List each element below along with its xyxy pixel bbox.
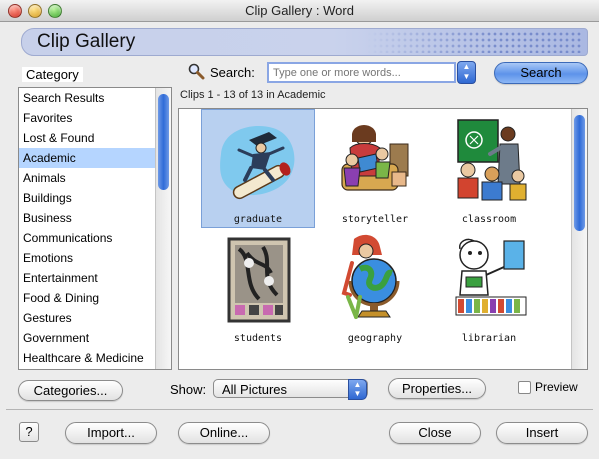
preview-checkbox[interactable] (518, 381, 531, 394)
category-scroll-thumb[interactable] (158, 94, 169, 190)
show-label: Show: (170, 382, 207, 397)
properties-button[interactable]: Properties... (388, 378, 486, 399)
category-item[interactable]: Healthcare & Medicine (19, 348, 171, 368)
clip-scrollbar[interactable] (571, 109, 587, 369)
divider (6, 409, 593, 410)
banner-title: Clip Gallery (37, 31, 136, 52)
librarian-icon (455, 238, 527, 316)
clip-caption: librarian (461, 333, 517, 344)
storyteller-icon (341, 125, 409, 191)
clip-item-librarian[interactable]: librarian (433, 229, 545, 346)
chevron-updown-icon: ▲ ▼ (348, 379, 367, 400)
graduate-icon (220, 125, 295, 200)
search-input[interactable] (267, 62, 456, 83)
clips-count-info: Clips 1 - 13 of 13 in Academic (180, 89, 326, 101)
category-item[interactable]: Favorites (19, 108, 171, 128)
clip-caption: geography (347, 333, 403, 344)
banner: Clip Gallery (21, 28, 588, 56)
clip-caption: storyteller (341, 214, 409, 225)
category-item[interactable]: Search Results (19, 88, 171, 108)
students-icon (227, 237, 291, 323)
clip-item-students[interactable]: students (202, 229, 314, 346)
geography-icon (341, 234, 400, 319)
online-button[interactable]: Online... (178, 422, 270, 444)
clip-caption: students (233, 333, 283, 344)
import-button[interactable]: Import... (65, 422, 157, 444)
clip-item-storyteller[interactable]: storyteller (319, 110, 431, 227)
classroom-icon (457, 119, 527, 201)
category-item[interactable]: Government (19, 328, 171, 348)
clip-caption: graduate (233, 214, 283, 225)
clip-grid[interactable]: graduate storyteller classroom students … (178, 108, 588, 370)
clip-item-graduate[interactable]: graduate (201, 109, 315, 228)
show-select[interactable]: All Pictures ▲ ▼ (213, 379, 368, 400)
categories-button[interactable]: Categories... (18, 380, 123, 401)
clip-caption: classroom (461, 214, 517, 225)
help-button[interactable]: ? (19, 422, 39, 442)
clip-gallery-window: Clip Gallery : Word Clip Gallery Categor… (0, 0, 599, 459)
clip-scroll-thumb[interactable] (574, 115, 585, 231)
window-title: Clip Gallery : Word (245, 3, 354, 18)
search-label: Search: (210, 65, 255, 80)
category-item[interactable]: Animals (19, 168, 171, 188)
category-item[interactable]: Business (19, 208, 171, 228)
banner-dot-pattern (366, 31, 581, 53)
clip-item-classroom[interactable]: classroom (433, 110, 545, 227)
category-item[interactable]: Lost & Found (19, 128, 171, 148)
category-item[interactable]: Entertainment (19, 268, 171, 288)
category-item[interactable]: Food & Dining (19, 288, 171, 308)
category-list[interactable]: Search Results Favorites Lost & Found Ac… (18, 87, 172, 370)
category-item[interactable]: Buildings (19, 188, 171, 208)
close-button[interactable]: Close (389, 422, 481, 444)
search-history-stepper[interactable]: ▲ ▼ (457, 61, 476, 84)
insert-button[interactable]: Insert (496, 422, 588, 444)
category-item-selected[interactable]: Academic (19, 148, 171, 168)
clip-item-geography[interactable]: geography (319, 229, 431, 346)
search-button[interactable]: Search (494, 62, 588, 84)
category-scrollbar[interactable] (155, 88, 171, 369)
category-item[interactable]: Emotions (19, 248, 171, 268)
category-item[interactable]: Communications (19, 228, 171, 248)
show-select-value: All Pictures (222, 382, 288, 397)
category-label: Category (22, 67, 83, 82)
category-item[interactable]: Gestures (19, 308, 171, 328)
preview-label: Preview (535, 380, 578, 394)
title-bar: Clip Gallery : Word (0, 0, 599, 22)
magnifier-icon (188, 63, 205, 80)
